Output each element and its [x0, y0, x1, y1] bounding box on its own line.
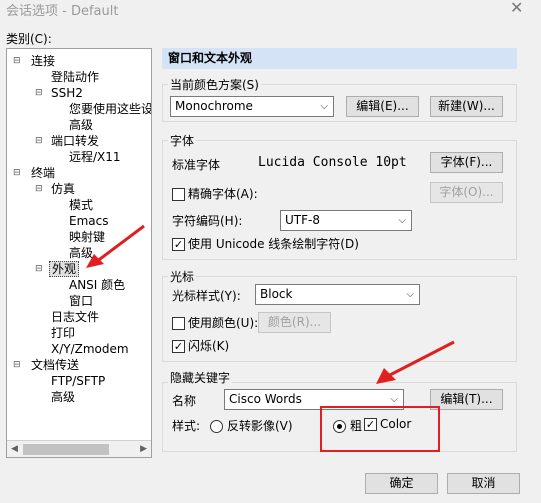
tree-item-connection[interactable]: 连接 — [31, 53, 55, 69]
precise-font-label: 精确字体(A): — [188, 187, 258, 201]
chevron-down-icon: ⌵ — [398, 215, 406, 226]
tree-item-log-file[interactable]: 日志文件 — [51, 309, 99, 325]
collapse-icon[interactable]: ⊟ — [35, 261, 43, 277]
cursor-style-select[interactable]: Block ⌵ — [255, 284, 420, 305]
collapse-icon[interactable]: ⊟ — [35, 181, 43, 197]
category-label: 类别(C): — [6, 32, 52, 46]
ok-button[interactable]: 确定 — [365, 473, 438, 494]
color-scheme-select[interactable]: Monochrome ⌵ — [170, 96, 334, 117]
tree-item-transfer-advanced[interactable]: 高级 — [51, 389, 75, 405]
chevron-down-icon: ⌵ — [320, 101, 328, 112]
tree-item-terminal[interactable]: 终端 — [31, 165, 55, 181]
cursor-blink-label: 闪烁(K) — [188, 339, 230, 353]
collapse-icon[interactable]: ⊟ — [13, 357, 21, 373]
cursor-color-label: 使用颜色(U): — [188, 316, 259, 330]
reverse-video-label: 反转影像(V) — [227, 419, 293, 433]
encoding-select[interactable]: UTF-8 ⌵ — [280, 210, 412, 231]
keywords-name-value: Cisco Words — [229, 392, 302, 406]
keywords-style-label: 样式: — [172, 419, 201, 433]
tree-item-emulation[interactable]: 仿真 — [51, 181, 75, 197]
keywords-name-label: 名称 — [172, 394, 197, 408]
collapse-icon[interactable]: ⊟ — [13, 165, 21, 181]
scrollbar-thumb[interactable] — [23, 444, 109, 455]
unicode-line-checkbox[interactable]: ✓ — [172, 238, 185, 251]
cursor-color-checkbox[interactable] — [172, 317, 185, 330]
edit-scheme-button[interactable]: 编辑(E)... — [346, 96, 419, 117]
tree-item-port-forward[interactable]: 端口转发 — [51, 133, 99, 149]
annotation-box — [320, 406, 440, 452]
standard-font-label: 标准字体 — [172, 158, 221, 172]
tree-item-ftp-sftp[interactable]: FTP/SFTP — [51, 373, 105, 389]
tree-item-ansi-color[interactable]: ANSI 颜色 — [69, 277, 125, 293]
tree-item-login-actions[interactable]: 登陆动作 — [51, 69, 99, 85]
unicode-line-label: 使用 Unicode 线条绘制字符(D) — [188, 237, 359, 251]
panel-header: 窗口和文本外观 — [162, 48, 517, 69]
annotation-arrow-appearance — [86, 224, 145, 268]
precise-font-button[interactable]: 字体(O)... — [430, 182, 503, 203]
tree-item-xyzmodem[interactable]: X/Y/Zmodem — [51, 341, 129, 357]
cursor-group-label: 光标 — [168, 269, 197, 285]
tree-item-ssh2-sub[interactable]: 您要使用这些设 — [69, 101, 151, 117]
collapse-icon[interactable]: ⊟ — [35, 85, 43, 101]
encoding-value: UTF-8 — [285, 213, 320, 227]
tree-item-ssh2[interactable]: SSH2 — [51, 85, 83, 101]
collapse-icon[interactable]: ⊟ — [13, 53, 21, 69]
cancel-button[interactable]: 取消 — [447, 473, 520, 494]
window-title: 会话选项 - Default — [6, 4, 119, 19]
edit-keywords-button[interactable]: 编辑(T)... — [430, 389, 503, 410]
font-button[interactable]: 字体(F)... — [430, 152, 503, 173]
cursor-style-value: Block — [260, 287, 293, 301]
tree-item-file-transfer[interactable]: 文档传送 — [31, 357, 79, 373]
standard-font-value: Lucida Console 10pt — [258, 155, 407, 170]
close-icon[interactable]: ✕ — [510, 0, 523, 17]
tree-item-appearance-label: 外观 — [49, 261, 80, 277]
reverse-video-radio[interactable] — [210, 420, 223, 433]
horizontal-scrollbar[interactable]: ◀ ▶ — [7, 440, 151, 457]
scroll-right-icon[interactable]: ▶ — [140, 441, 147, 457]
scroll-left-icon[interactable]: ◀ — [11, 441, 18, 457]
tree-item-print[interactable]: 打印 — [51, 325, 75, 341]
tree-item-ssh2-advanced[interactable]: 高级 — [69, 117, 93, 133]
tree-item-modes[interactable]: 模式 — [69, 197, 93, 213]
tree-item-window[interactable]: 窗口 — [69, 293, 93, 309]
annotation-arrow-keywords — [376, 340, 455, 384]
tree-item-appearance[interactable]: 外观 — [49, 261, 80, 277]
color-scheme-label: 当前颜色方案(S) — [168, 77, 261, 93]
cursor-color-button[interactable]: 颜色(R)... — [258, 312, 331, 333]
precise-font-checkbox[interactable] — [172, 188, 185, 201]
chevron-down-icon: ⌵ — [406, 289, 414, 300]
font-group-label: 字体 — [168, 133, 197, 149]
keywords-group-label: 隐藏关键字 — [168, 370, 233, 386]
cursor-blink-checkbox[interactable]: ✓ — [172, 340, 185, 353]
new-scheme-button[interactable]: 新建(W)... — [430, 96, 503, 117]
color-scheme-value: Monochrome — [175, 99, 253, 113]
encoding-label: 字符编码(H): — [172, 214, 243, 228]
collapse-icon[interactable]: ⊟ — [35, 133, 43, 149]
tree-item-remote-x11[interactable]: 远程/X11 — [69, 149, 121, 165]
cursor-style-label: 光标样式(Y): — [172, 289, 241, 303]
